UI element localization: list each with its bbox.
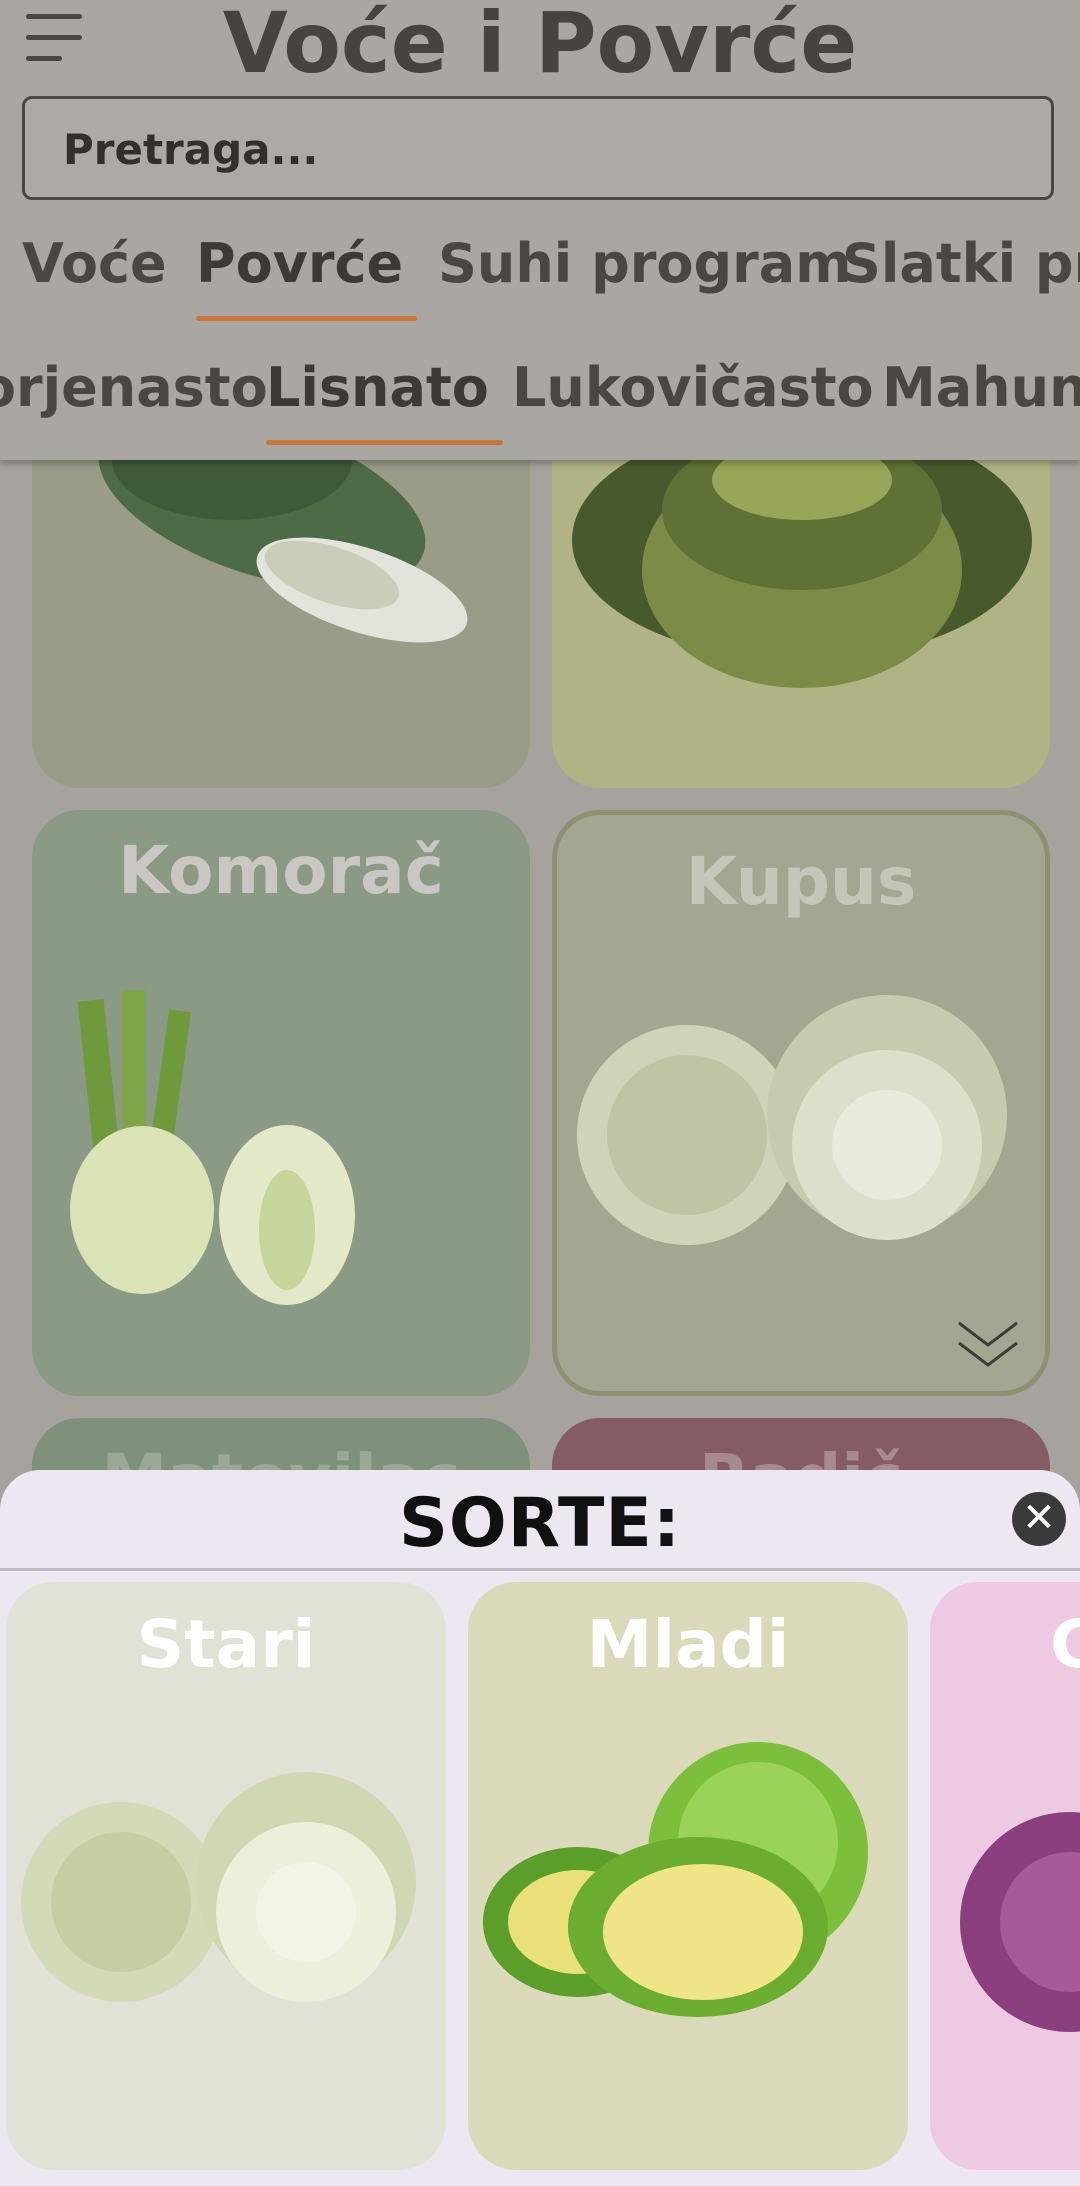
header: Voće i Povrće Voće Povrće Suhi program S… [0, 0, 1080, 460]
product-card-kupus[interactable]: Kupus [552, 810, 1050, 1396]
subtab-label: Lukovičasto [512, 356, 874, 419]
young-cabbage-image [483, 1742, 868, 2017]
variety-card-mladi[interactable]: Mladi [468, 1582, 908, 2170]
subtab-korjenasto[interactable]: Korjenasto [0, 356, 268, 419]
tab-povrce[interactable]: Povrće [196, 232, 418, 321]
old-cabbage-image [21, 1772, 416, 2002]
red-cabbage-image [960, 1812, 1080, 2032]
tab-label: Voće [22, 232, 167, 295]
subtab-label: Lisnato [266, 356, 489, 419]
search-box[interactable] [22, 96, 1054, 200]
search-input[interactable] [61, 99, 1025, 199]
variety-card-stari[interactable]: Stari [6, 1582, 446, 2170]
tab-label: Suhi program [438, 232, 852, 295]
product-name: Komorač [118, 832, 444, 909]
subtab-label: Korjenasto [0, 356, 268, 419]
tab-slatki-program[interactable]: Slatki program [842, 232, 1080, 295]
varieties-sheet: SORTE: ✕ Stari Mladi Crveni [0, 1470, 1080, 2186]
tab-label: Slatki program [842, 232, 1080, 295]
tab-voce[interactable]: Voće [22, 232, 167, 295]
app-title: Voće i Povrće [222, 0, 858, 92]
subtab-mahunarke[interactable]: Mahunarke [882, 356, 1080, 419]
divider [0, 1568, 1080, 1571]
subtab-label: Mahunarke [882, 356, 1080, 419]
subtab-lisnato[interactable]: Lisnato [266, 356, 503, 445]
variety-card-crveni[interactable]: Crveni [930, 1582, 1080, 2170]
subtab-lukovicasto[interactable]: Lukovičasto [512, 356, 874, 419]
tab-label: Povrće [196, 232, 404, 295]
product-card-komorac[interactable]: Komorač [32, 810, 530, 1396]
tab-suhi-program[interactable]: Suhi program [438, 232, 851, 295]
product-name: Kupus [685, 843, 917, 920]
close-icon[interactable]: ✕ [1012, 1492, 1066, 1546]
active-subtab-indicator [266, 440, 503, 445]
sheet-title: SORTE: [398, 1484, 682, 1563]
chevron-double-down-icon[interactable] [955, 1319, 1021, 1373]
active-tab-indicator [196, 316, 418, 321]
